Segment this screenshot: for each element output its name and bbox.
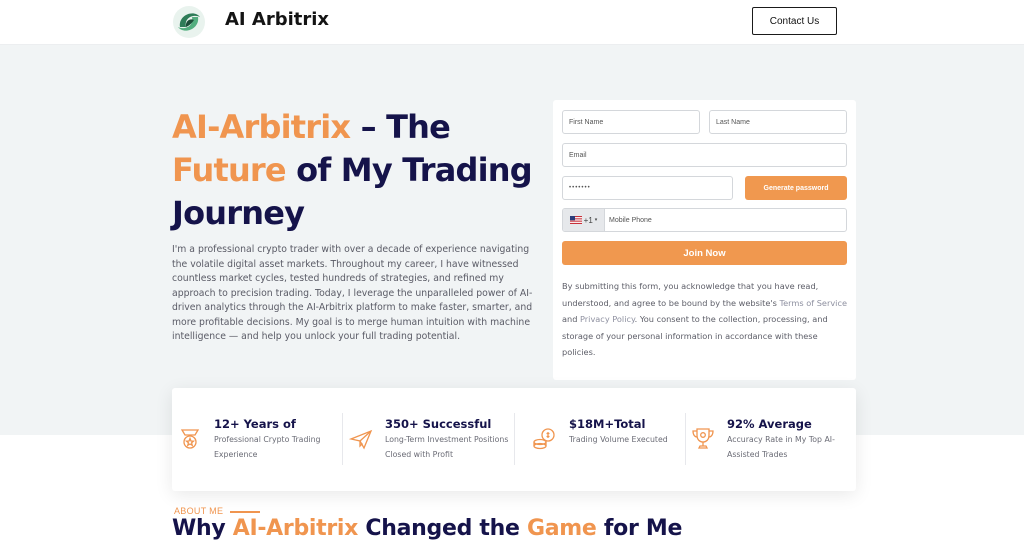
- stat-divider: [342, 413, 343, 465]
- contact-us-button[interactable]: Contact Us: [752, 7, 837, 35]
- hero-section: [0, 45, 1024, 435]
- stat-4-title: 92% Average: [727, 417, 812, 431]
- stat-2-title: 350+ Successful: [385, 417, 492, 431]
- stat-divider: [685, 413, 686, 465]
- mobile-phone-field: +1 ▾ Mobile Phone: [562, 208, 847, 232]
- stat-divider: [514, 413, 515, 465]
- medal-icon: [180, 429, 200, 449]
- email-input[interactable]: Email: [562, 143, 847, 167]
- paper-plane-icon: [348, 429, 373, 450]
- us-flag-icon: [569, 216, 582, 224]
- country-code-select[interactable]: +1 ▾: [563, 209, 605, 231]
- headline-accent-brand: AI-Arbitrix: [172, 108, 351, 146]
- first-name-input[interactable]: First Name: [562, 110, 700, 134]
- coins-icon: [533, 428, 555, 450]
- country-code: +1: [583, 215, 593, 225]
- hero-headline: AI-Arbitrix – The Future of My Trading J…: [172, 106, 552, 235]
- stat-3-title: $18M+Total: [569, 417, 646, 431]
- about-title-accent-1: AI-Arbitrix: [232, 516, 359, 541]
- about-underline: [230, 511, 260, 513]
- logo-icon[interactable]: [172, 5, 206, 39]
- join-now-button[interactable]: Join Now: [562, 241, 847, 265]
- about-title-text-3: for Me: [596, 516, 683, 541]
- trophy-icon: [692, 428, 714, 449]
- privacy-policy-link[interactable]: Privacy Policy: [580, 314, 635, 324]
- brand-name[interactable]: AI Arbitrix: [225, 9, 329, 30]
- about-title: Why AI-Arbitrix Changed the Game for Me: [172, 516, 682, 541]
- stat-3-desc: Trading Volume Executed: [569, 435, 668, 444]
- mobile-phone-input[interactable]: Mobile Phone: [609, 209, 652, 231]
- consent-text: By submitting this form, you acknowledge…: [562, 278, 852, 361]
- stat-1-title: 12+ Years of: [214, 417, 296, 431]
- terms-of-service-link[interactable]: Terms of Service: [780, 298, 847, 308]
- stat-1-desc: Professional Crypto Trading Experience: [214, 435, 321, 459]
- about-title-text-2: Changed the: [358, 516, 527, 541]
- about-title-text-1: Why: [172, 516, 233, 541]
- headline-text-1: – The: [350, 108, 451, 146]
- stats-card: 12+ Years of Professional Crypto Trading…: [172, 388, 856, 491]
- hero-intro-text: I'm a professional crypto trader with ov…: [172, 244, 533, 342]
- last-name-input[interactable]: Last Name: [709, 110, 847, 134]
- site-header: AI Arbitrix Contact Us: [0, 0, 1024, 45]
- about-me-label: ABOUT ME: [174, 506, 224, 516]
- chevron-down-icon: ▾: [594, 217, 598, 223]
- password-input[interactable]: •••••••: [562, 176, 733, 200]
- consent-text-2: and: [562, 314, 581, 324]
- stat-4-desc: Accuracy Rate in My Top AI-Assisted Trad…: [727, 435, 835, 459]
- stat-2-desc: Long-Term Investment Positions Closed wi…: [385, 435, 509, 459]
- generate-password-button[interactable]: Generate password: [745, 176, 847, 200]
- headline-accent-future: Future: [172, 151, 287, 189]
- about-title-accent-2: Game: [526, 516, 597, 541]
